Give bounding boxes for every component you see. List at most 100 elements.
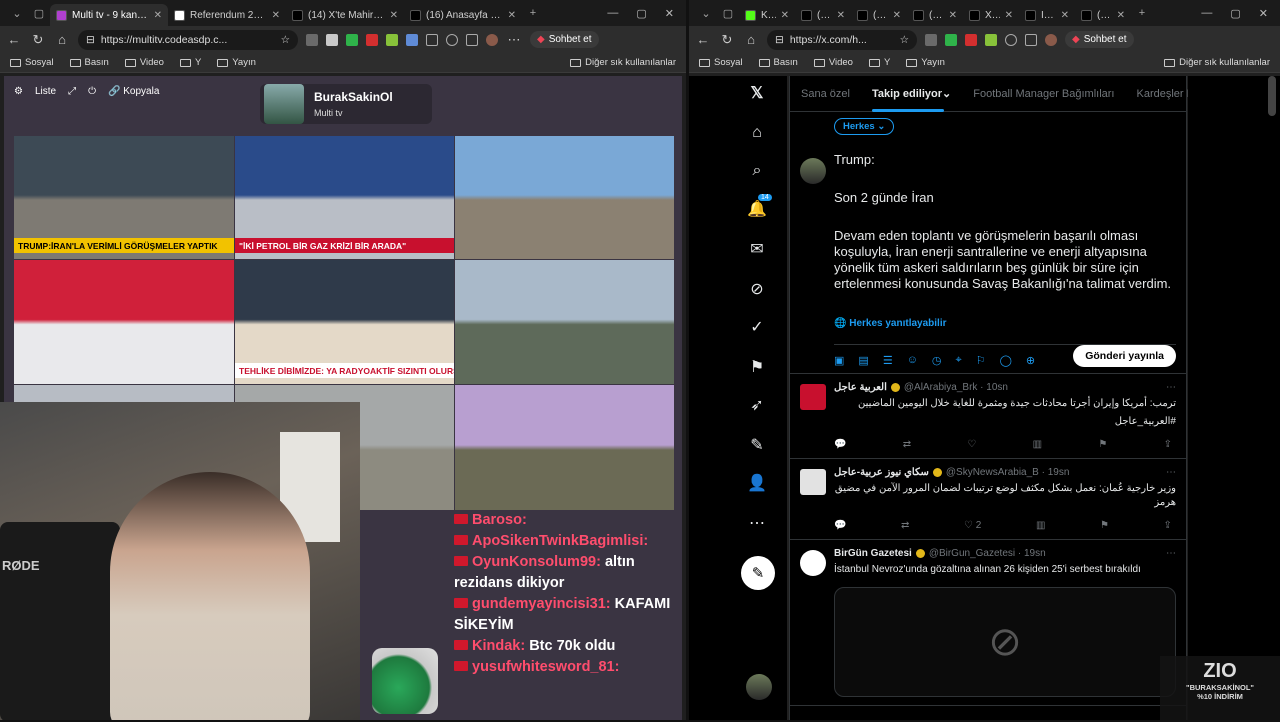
tweet-handle[interactable]: @BirGun_Gazetesi · 19sn: [929, 548, 1046, 559]
browser-tab[interactable]: X'te ✕: [963, 4, 1019, 26]
scrollbar[interactable]: [1268, 76, 1276, 116]
tab-close-icon[interactable]: ✕: [949, 10, 957, 21]
channel-card[interactable]: BurakSakinOl Multi tv: [260, 84, 432, 124]
extension-icon[interactable]: [406, 33, 418, 46]
bookmark-folder[interactable]: Yayın: [217, 57, 256, 68]
chat-username[interactable]: gundemyayincisi31:: [472, 596, 611, 612]
favorites-icon[interactable]: [466, 33, 478, 46]
chat-username[interactable]: Kindak:: [472, 638, 525, 654]
tweet-avatar[interactable]: [800, 469, 826, 495]
emoji-icon[interactable]: ☺: [907, 354, 918, 367]
settings-icon[interactable]: ⚙: [14, 86, 23, 97]
more-options-icon[interactable]: ⋯: [1166, 467, 1176, 478]
gif-icon[interactable]: ▤: [858, 354, 868, 367]
browser-tab[interactable]: (14) X'te Mahir KILIÇ: "C ✕: [286, 4, 404, 26]
workspaces-icon[interactable]: ▢: [28, 7, 50, 20]
views-icon[interactable]: ▥: [1033, 439, 1042, 450]
favorite-star-icon[interactable]: ☆: [900, 34, 909, 46]
tweet[interactable]: BirGün Gazetesi @BirGun_Gazetesi · 19sn ⋯ İ…: [790, 540, 1186, 706]
composer-textarea[interactable]: Trump: Son 2 günde İran Devam eden toplant…: [834, 152, 1174, 292]
profile-icon[interactable]: 👤: [747, 474, 767, 492]
reply-icon[interactable]: 💬: [834, 520, 846, 531]
tv-tile[interactable]: "İKİ PETROL BİR GAZ KRİZİ BİR ARADA": [235, 136, 454, 259]
minimize-icon[interactable]: —: [607, 7, 618, 20]
like-button[interactable]: ♡ 2: [964, 520, 981, 531]
tab-close-icon[interactable]: ✕: [1005, 10, 1013, 21]
bookmarks-icon[interactable]: ⚑: [748, 358, 766, 376]
browser-tab[interactable]: (14) ✕: [1075, 4, 1131, 26]
extension-icon[interactable]: [965, 33, 977, 46]
browser-tab[interactable]: İran ✕: [1019, 4, 1075, 26]
feed-tab[interactable]: Takip ediliyor ⌄: [861, 76, 962, 112]
bookmark-folder[interactable]: Video: [124, 57, 164, 68]
tweet-avatar[interactable]: [800, 550, 826, 576]
tv-tile[interactable]: [455, 385, 674, 510]
chat-username[interactable]: ApoSikenTwinkBagimlisi:: [472, 533, 648, 549]
extension-icon[interactable]: [326, 33, 338, 46]
schedule-icon[interactable]: ◷: [932, 354, 942, 367]
articles-icon[interactable]: ✎: [748, 436, 766, 454]
profile-avatar[interactable]: [486, 33, 498, 46]
tv-tile[interactable]: TRUMP:İRAN'LA VERİMLİ GÖRÜŞMELER YAPTIK: [14, 136, 234, 259]
new-tab-button[interactable]: +: [1131, 7, 1153, 19]
collections-icon[interactable]: [446, 33, 458, 46]
like-button[interactable]: ♡: [967, 439, 976, 450]
maximize-icon[interactable]: ▢: [1230, 7, 1240, 20]
minimize-icon[interactable]: —: [1201, 7, 1212, 20]
url-field[interactable]: ⊟ https://multitv.codeasdp.c... ☆: [78, 29, 298, 50]
home-icon[interactable]: ⌂: [743, 32, 759, 47]
chat-username[interactable]: yusufwhitesword_81:: [472, 659, 619, 675]
tab-close-icon[interactable]: ✕: [893, 10, 901, 21]
chat-username[interactable]: Baroso:: [472, 512, 527, 528]
close-window-icon[interactable]: ✕: [1259, 7, 1268, 20]
extension-icon[interactable]: [346, 33, 358, 46]
bookmark-folder[interactable]: Sosyal: [10, 57, 54, 68]
compose-post-button[interactable]: ✎: [741, 556, 775, 590]
more-menu-icon[interactable]: ⋯: [506, 32, 522, 48]
browser-tab[interactable]: (16) Anasayfa / X ✕: [404, 4, 522, 26]
tweet-author[interactable]: BirGün Gazetesi: [834, 548, 912, 559]
extension-icon[interactable]: [386, 33, 398, 46]
tab-close-icon[interactable]: ✕: [837, 10, 845, 21]
explore-icon[interactable]: ⌕: [748, 162, 766, 180]
verified-orgs-icon[interactable]: ✓: [748, 318, 766, 336]
grok-icon[interactable]: ⊘: [748, 280, 766, 298]
bookmark-folder[interactable]: Yayın: [906, 57, 945, 68]
site-info-icon[interactable]: ⊟: [86, 34, 95, 46]
back-icon[interactable]: ←: [6, 32, 22, 47]
reply-icon[interactable]: 💬: [834, 439, 846, 450]
feed-tab[interactable]: Football Manager Bağımlıları: [962, 76, 1125, 112]
bookmark-folder[interactable]: Video: [813, 57, 853, 68]
favorite-star-icon[interactable]: ☆: [281, 34, 290, 46]
browser-tab[interactable]: (9) B ✕: [907, 4, 963, 26]
profile-avatar[interactable]: [1045, 33, 1057, 46]
favorites-icon[interactable]: [1025, 33, 1037, 46]
home-icon[interactable]: ⌂: [748, 124, 766, 142]
chat-username[interactable]: OyunKonsolum99:: [472, 554, 601, 570]
tweet-author[interactable]: العربية عاجل: [834, 382, 887, 393]
bookmark-folder[interactable]: Sosyal: [699, 57, 743, 68]
other-favorites[interactable]: Diğer sık kullanılanlar: [570, 57, 676, 68]
back-icon[interactable]: ←: [695, 32, 711, 47]
tweet-author[interactable]: سكاي نيوز عربية-عاجل: [834, 467, 929, 478]
bookmark-folder[interactable]: Y: [179, 57, 201, 68]
audience-selector[interactable]: Herkes ⌄: [834, 118, 895, 135]
post-button[interactable]: Gönderi yayınla: [1073, 345, 1176, 367]
feed-tab[interactable]: Sana özel: [790, 76, 861, 112]
x-logo-icon[interactable]: 𝕏: [748, 84, 766, 102]
poll-icon[interactable]: ☰: [883, 354, 893, 367]
tweet-handle[interactable]: @AlArabiya_Brk · 10sn: [904, 382, 1008, 393]
account-avatar[interactable]: [746, 674, 772, 700]
tv-tile[interactable]: [14, 260, 234, 384]
media-icon[interactable]: ▣: [834, 354, 844, 367]
list-button[interactable]: Liste: [35, 86, 56, 97]
tweet[interactable]: سكاي نيوز عربية-عاجل @SkyNewsArabia_B · 1…: [790, 459, 1186, 540]
browser-tab[interactable]: Referendum 2026, ogg ✕: [168, 4, 286, 26]
add-thread-icon[interactable]: ⊕: [1026, 354, 1035, 367]
bookmark-folder[interactable]: Basın: [69, 57, 109, 68]
browser-tab[interactable]: (14) ✕: [851, 4, 907, 26]
split-screen-icon[interactable]: [426, 33, 438, 46]
extension-icon[interactable]: [925, 33, 937, 46]
flag-icon[interactable]: ⚐: [976, 354, 986, 367]
tab-close-icon[interactable]: ✕: [390, 10, 398, 21]
